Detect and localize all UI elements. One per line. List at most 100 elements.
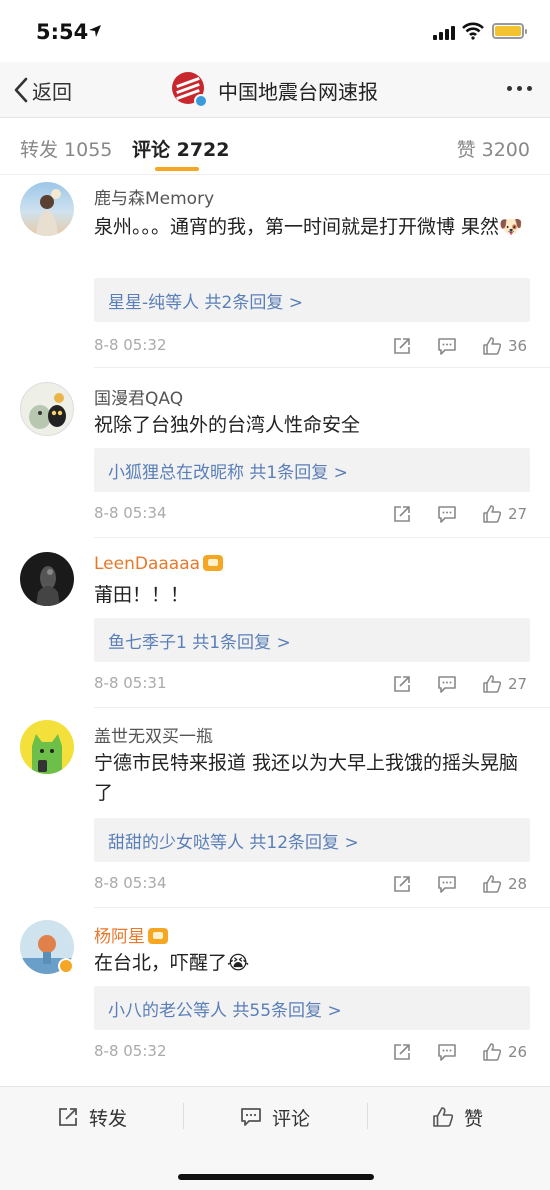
like-count: 27 — [508, 675, 528, 693]
share-icon — [394, 506, 410, 522]
comment-meta: 8-8 05:34 28 — [94, 872, 530, 896]
page-title: 中国地震台网速报 — [218, 79, 378, 104]
reply-summary[interactable]: 小八的老公等人 共55条回复 > — [94, 986, 530, 1030]
more-options-icon[interactable] — [507, 86, 532, 91]
reply-summary-link: 小狐狸总在改昵称 共1条回复 > — [108, 462, 348, 483]
share-button[interactable] — [392, 1040, 412, 1064]
comment-username[interactable]: 杨阿星 — [94, 922, 168, 947]
verified-badge-icon — [194, 94, 208, 108]
account-header[interactable]: 中国地震台网速报 — [172, 72, 378, 108]
comment-time: 8-8 05:34 — [94, 504, 167, 522]
like-count: 27 — [508, 505, 528, 523]
reply-summary[interactable]: 星星-纯等人 共2条回复 > — [94, 278, 530, 322]
share-button[interactable] — [392, 872, 412, 896]
like-count: 36 — [508, 337, 528, 355]
comment-text: 莆田！！！ — [94, 584, 190, 606]
comment-meta: 8-8 05:32 36 — [94, 334, 530, 358]
repost-button[interactable]: 转发 — [57, 1103, 127, 1131]
comment-item: 盖世无双买一瓶 宁德市民特来报道 我还以为大早上我饿的摇头晃脑了 甜甜的少女哒等… — [0, 708, 550, 908]
comment-item: 国漫君QAQ 祝除了台独外的台湾人性命安全 小狐狸总在改昵称 共1条回复 > 8… — [0, 368, 550, 538]
thumbs-up-icon — [483, 875, 502, 893]
reply-summary-link: 甜甜的少女哒等人 共12条回复 > — [108, 832, 359, 853]
comment-icon — [438, 876, 456, 893]
nav-bar: 返回 中国地震台网速报 — [0, 62, 550, 118]
reply-summary-link: 鱼七季子1 共1条回复 > — [108, 632, 291, 653]
status-bar: 5:54 — [0, 0, 550, 62]
wifi-icon — [462, 22, 484, 40]
comment-text: 祝除了台独外的台湾人性命安全 — [94, 414, 361, 436]
comment-username[interactable]: 鹿与森Memory — [94, 184, 214, 209]
comment-button[interactable]: 评论 — [240, 1103, 310, 1131]
comment-meta: 8-8 05:34 27 — [94, 502, 530, 526]
comment-text: 在台北，吓醒了😭 — [94, 952, 250, 974]
reply-button[interactable] — [437, 672, 457, 696]
vip-badge-icon — [148, 928, 168, 944]
like-button[interactable]: 36 — [482, 334, 527, 358]
like-button[interactable]: 27 — [482, 502, 527, 526]
avatar[interactable] — [20, 182, 74, 236]
tab-repost[interactable]: 转发 1055 — [20, 135, 112, 162]
comment-icon — [438, 1044, 456, 1061]
vip-badge-icon — [203, 555, 224, 571]
share-icon — [394, 676, 410, 692]
cellular-signal-icon — [433, 24, 459, 40]
status-time: 5:54 — [36, 20, 89, 44]
comment-time: 8-8 05:32 — [94, 336, 167, 354]
tab-like[interactable]: 赞 3200 — [457, 135, 530, 162]
like-button[interactable]: 赞 — [432, 1103, 483, 1131]
avatar[interactable] — [20, 382, 74, 436]
reply-summary[interactable]: 小狐狸总在改昵称 共1条回复 > — [94, 448, 530, 492]
username-text: LeenDaaaaa — [94, 554, 201, 574]
thumbs-up-icon — [433, 1107, 454, 1127]
comment-item: LeenDaaaaa 莆田！！！ 鱼七季子1 共1条回复 > 8-8 05:31… — [0, 538, 550, 708]
chevron-left-icon — [14, 77, 28, 103]
share-button[interactable] — [392, 334, 412, 358]
share-icon — [394, 1044, 410, 1060]
like-count: 28 — [508, 875, 528, 893]
avatar[interactable] — [20, 720, 74, 774]
comment-text: 宁德市民特来报道 我还以为大早上我饿的摇头晃脑了 — [94, 752, 519, 804]
reply-button[interactable] — [437, 334, 457, 358]
share-button[interactable] — [392, 672, 412, 696]
comment-item: 杨阿星 在台北，吓醒了😭 小八的老公等人 共55条回复 > 8-8 05:32 … — [0, 908, 550, 1078]
reply-summary[interactable]: 甜甜的少女哒等人 共12条回复 > — [94, 818, 530, 862]
thumbs-up-icon — [483, 675, 502, 693]
username-text: 杨阿星 — [94, 927, 145, 947]
comment-icon — [438, 338, 456, 355]
like-label: 赞 — [464, 1107, 484, 1130]
reply-button[interactable] — [437, 1040, 457, 1064]
battery-icon — [492, 23, 527, 39]
like-button[interactable]: 27 — [482, 672, 527, 696]
comment-icon — [241, 1108, 261, 1126]
active-tab-indicator — [155, 167, 199, 171]
comment-username[interactable]: 国漫君QAQ — [94, 384, 183, 409]
share-icon — [394, 876, 410, 892]
comment-item: 鹿与森Memory 泉州。。。通宵的我，第一时间就是打开微博 果然🐶 星星-纯等… — [0, 176, 550, 368]
reply-button[interactable] — [437, 872, 457, 896]
thumbs-up-icon — [483, 505, 502, 523]
share-button[interactable] — [392, 502, 412, 526]
tab-comment[interactable]: 评论 2722 — [132, 135, 230, 162]
like-button[interactable]: 26 — [482, 1040, 527, 1064]
comment-username[interactable]: 盖世无双买一瓶 — [94, 722, 213, 747]
like-button[interactable]: 28 — [482, 872, 527, 896]
comment-list: 鹿与森Memory 泉州。。。通宵的我，第一时间就是打开微博 果然🐶 星星-纯等… — [0, 176, 550, 1086]
share-icon — [394, 338, 410, 354]
repost-label: 转发 — [89, 1107, 128, 1130]
back-label: 返回 — [32, 79, 72, 104]
comment-meta: 8-8 05:31 27 — [94, 672, 530, 696]
comment-icon — [438, 506, 456, 523]
comment-meta: 8-8 05:32 26 — [94, 1040, 530, 1064]
home-indicator[interactable] — [178, 1174, 374, 1180]
back-button[interactable]: 返回 — [12, 74, 72, 106]
thumbs-up-icon — [483, 337, 502, 355]
thumbs-up-icon — [483, 1043, 502, 1061]
reply-summary-link: 小八的老公等人 共55条回复 > — [108, 1000, 342, 1021]
share-icon — [59, 1108, 77, 1126]
comment-username[interactable]: LeenDaaaaa — [94, 554, 224, 574]
avatar[interactable] — [20, 552, 74, 606]
reply-summary[interactable]: 鱼七季子1 共1条回复 > — [94, 618, 530, 662]
reply-button[interactable] — [437, 502, 457, 526]
verified-badge-icon — [58, 958, 74, 974]
comment-time: 8-8 05:32 — [94, 1042, 167, 1060]
